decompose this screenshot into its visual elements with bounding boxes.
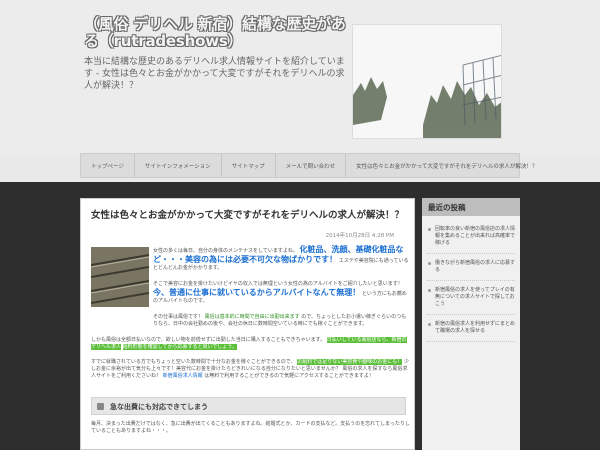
recent-post-item[interactable]: 回転率の良い新宿の風俗店の求人情報を集めることが出来れば高確率で稼げる	[427, 220, 515, 254]
heading-marker-icon	[97, 403, 104, 410]
paragraph-fuzoku: その仕事は風俗です！ 風俗は基本的に時間で自由に出勤出来ます ので、ちょっとした…	[153, 314, 411, 328]
nav-item-contact[interactable]: メールで問い合わせ	[276, 154, 347, 177]
post-date: 2014年10月28日 4:28 PM	[325, 233, 394, 239]
site-description: 本当に結構な歴史のあるデリヘル求人情報サイトを紹介しています - 女性は色々とお…	[84, 57, 345, 91]
post-photo	[91, 247, 149, 307]
railway-photo-graphic	[91, 247, 149, 307]
highlight-beauty-money: お給料では足りない美容費や趣味のお金にも！	[297, 359, 403, 365]
site-title[interactable]: （風俗 デリヘル 新宿）結構な歴史がある（rutradeshows）	[84, 16, 354, 50]
highlight-salary-check: 給料形態を確認してから応募すると良いでしょう。	[122, 344, 238, 350]
emphasis-parttime: 今、普通に仕事に就いているからアルバイトなんて無理！	[153, 288, 361, 297]
sidebar-heading: 最近の投稿	[422, 198, 520, 216]
sidebar: 最近の投稿 回転率の良い新宿の風俗店の求人情報を集めることが出来れば高確率で稼げ…	[422, 198, 520, 450]
paragraph-sudden-expense-text: 毎月、決まった出費だけではなく、急に出費が出てくることもありますよね。結婚式とか…	[91, 421, 410, 434]
highlight-free-shift: 風俗は基本的に時間で自由に出勤出来ます	[204, 314, 300, 320]
paragraph-sudden-expense: 毎月、決まった出費だけではなく、急に出費が出てくることもありますよね。結婚式とか…	[91, 421, 411, 435]
nav-item-sitemap[interactable]: サイトマップ	[222, 154, 276, 177]
header-photo-graphic	[353, 25, 501, 138]
paragraph-daily-pay-text: しかも風俗は全額日払いなので、欲しい物を前借せずに出勤した当日に購入することもで…	[91, 337, 326, 343]
recent-post-item[interactable]: 働きながら新宿風俗の求人に応募する	[427, 254, 515, 281]
paragraph-fuzoku-text: その仕事は風俗です！	[153, 314, 204, 320]
section-heading-text: 急な出費にも対応できてしまう	[110, 403, 208, 411]
post-content: 女性は色々とお金がかかって大変ですがそれをデリヘルの求人が解決！？ 2014年1…	[80, 198, 415, 450]
paragraph-spare-time-tail: は無料で利用することができるので気軽にアクセスすることができますよ！	[204, 373, 374, 379]
main-nav: トップページ サイトインフォメーション サイトマップ メールで問い合わせ 女性は…	[80, 153, 537, 178]
link-recruit-info[interactable]: 新宿風俗求人情報	[163, 373, 203, 379]
paragraph-parttime-text: そこで美容にお金を掛けたいけどイヤの収入では無理という女性の為のアルバイトをご紹…	[153, 281, 403, 287]
paragraph-parttime: そこで美容にお金を掛けたいけどイヤの収入では無理という女性の為のアルバイトをご紹…	[153, 281, 411, 305]
site-header: （風俗 デリヘル 新宿）結構な歴史がある（rutradeshows） 本当に結構…	[0, 0, 600, 155]
recent-posts-list: 回転率の良い新宿の風俗店の求人情報を集めることが出来れば高確率で稼げる 働きなが…	[422, 216, 520, 346]
post-title[interactable]: 女性は色々とお金がかかって大変ですがそれをデリヘルの求人が解決！？	[91, 207, 411, 221]
nav-item-top[interactable]: トップページ	[81, 154, 135, 177]
recent-post-item[interactable]: 新宿風俗の求人を使ってプレイの有無についての求人サイトで探しておこう	[427, 281, 515, 315]
paragraph-daily-pay: しかも風俗は全額日払いなので、欲しい物を前借せずに出勤した当日に購入することもで…	[91, 337, 411, 351]
paragraph-spare-time-text: すでに就職されている方でもちょっと空いた数時間で十分なお金を稼ぐことができるので…	[91, 359, 296, 365]
section-heading: 急な出費にも対応できてしまう	[91, 397, 406, 415]
paragraph-intro: 女性の多くは毎日、自分の身体のメンテナスをしていますよね。 化粧品、洗顔、基礎化…	[153, 245, 411, 272]
paragraph-intro-text: 女性の多くは毎日、自分の身体のメンテナスをしていますよね。	[153, 248, 298, 254]
recent-post-item[interactable]: 新宿の風俗求人を利用せずにまとめて職場の求人を探せる	[427, 315, 515, 342]
paragraph-spare-time: すでに就職されている方でもちょっと空いた数時間で十分なお金を稼ぐことができるので…	[91, 359, 411, 380]
nav-item-current-post[interactable]: 女性は色々とお金がかかって大変ですがそれをデリヘルの求人が解決！？	[346, 154, 547, 177]
nav-item-site-info[interactable]: サイトインフォメーション	[135, 154, 222, 177]
header-image	[352, 24, 502, 139]
